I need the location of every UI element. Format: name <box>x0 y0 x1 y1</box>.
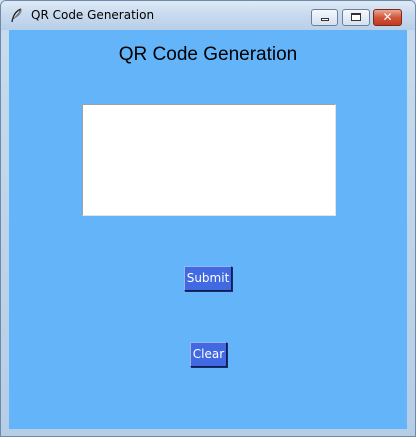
maximize-icon <box>351 13 361 21</box>
close-button[interactable]: ✕ <box>373 9 402 26</box>
minimize-button[interactable] <box>311 9 338 26</box>
title-bar[interactable]: QR Code Generation ✕ <box>1 1 415 30</box>
window-title: QR Code Generation <box>31 8 155 22</box>
submit-button[interactable]: Submit <box>184 266 232 291</box>
page-title: QR Code Generation <box>118 44 298 65</box>
minimize-icon <box>321 18 329 21</box>
text-input-area[interactable] <box>82 104 336 216</box>
maximize-button[interactable] <box>342 9 370 26</box>
close-icon: ✕ <box>382 10 393 24</box>
main-panel: QR Code Generation Submit Clear <box>9 30 407 429</box>
clear-button[interactable]: Clear <box>190 342 227 367</box>
app-window: QR Code Generation ✕ QR Code Generation … <box>0 0 416 437</box>
feather-icon <box>11 8 22 23</box>
